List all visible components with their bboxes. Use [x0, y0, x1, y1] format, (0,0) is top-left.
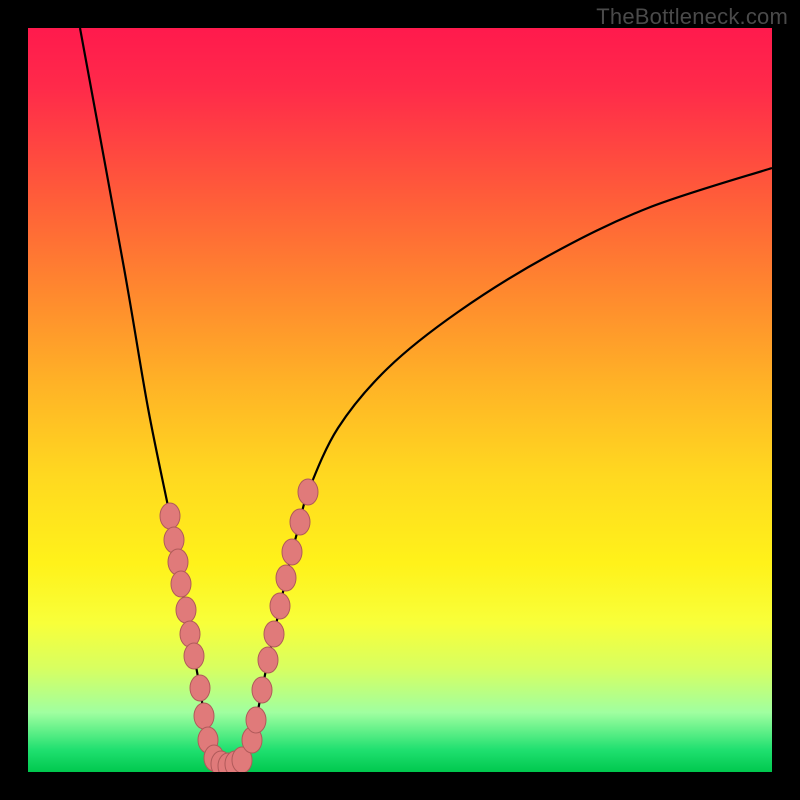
chart-marker [190, 675, 210, 701]
chart-marker [184, 643, 204, 669]
chart-marker [276, 565, 296, 591]
chart-marker [246, 707, 266, 733]
chart-marker [194, 703, 214, 729]
chart-frame: TheBottleneck.com [0, 0, 800, 800]
chart-marker [252, 677, 272, 703]
watermark-label: TheBottleneck.com [596, 4, 788, 30]
chart-marker [264, 621, 284, 647]
chart-marker [258, 647, 278, 673]
chart-markers [160, 479, 318, 772]
chart-marker [176, 597, 196, 623]
chart-overlay [28, 28, 772, 772]
chart-marker [160, 503, 180, 529]
chart-marker [270, 593, 290, 619]
chart-plot-area [28, 28, 772, 772]
chart-marker [290, 509, 310, 535]
chart-marker [298, 479, 318, 505]
chart-marker [282, 539, 302, 565]
chart-marker [171, 571, 191, 597]
